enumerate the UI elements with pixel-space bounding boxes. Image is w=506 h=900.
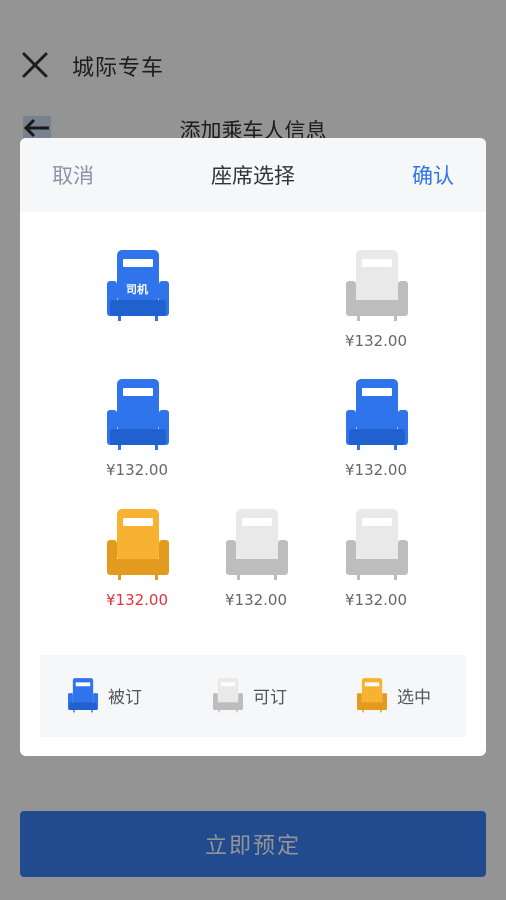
seat-rear-middle[interactable]: ¥132.00 (196, 507, 316, 617)
seat-price: ¥132.00 (344, 591, 408, 609)
seat-rear-right[interactable]: ¥132.00 (316, 507, 436, 617)
dialog-header: 取消 座席选择 确认 (20, 138, 486, 212)
seat-rear-left[interactable]: ¥132.00 (77, 507, 197, 617)
seat-icon (107, 507, 169, 581)
seat-icon (107, 377, 169, 451)
seat-selection-dialog: 取消 座席选择 确认 司机 ¥132.00 ¥132.00 ¥132.00 ¥1… (20, 138, 486, 756)
seat-price: ¥132.00 (105, 591, 169, 609)
seat-icon (357, 677, 387, 713)
seat-icon (346, 248, 408, 322)
driver-label: 司机 (126, 283, 148, 296)
seat-middle-right: ¥132.00 (316, 377, 436, 487)
legend-label: 选中 (397, 688, 431, 708)
seat-price: ¥132.00 (105, 461, 169, 479)
legend-label: 被订 (108, 688, 142, 708)
seat-icon (213, 677, 243, 713)
seat-icon (68, 677, 98, 713)
seat-icon (346, 377, 408, 451)
driver-seat: 司机 (77, 248, 197, 358)
seat-icon (346, 507, 408, 581)
seat-icon (226, 507, 288, 581)
seat-front-right[interactable]: ¥132.00 (316, 248, 436, 358)
confirm-button[interactable]: 确认 (412, 160, 454, 190)
seat-price: ¥132.00 (344, 461, 408, 479)
seat-middle-left: ¥132.00 (77, 377, 197, 487)
legend-label: 可订 (253, 688, 287, 708)
seat-price: ¥132.00 (224, 591, 288, 609)
seat-price: ¥132.00 (344, 332, 408, 350)
seat-legend: 被订 可订 选中 (40, 655, 466, 737)
